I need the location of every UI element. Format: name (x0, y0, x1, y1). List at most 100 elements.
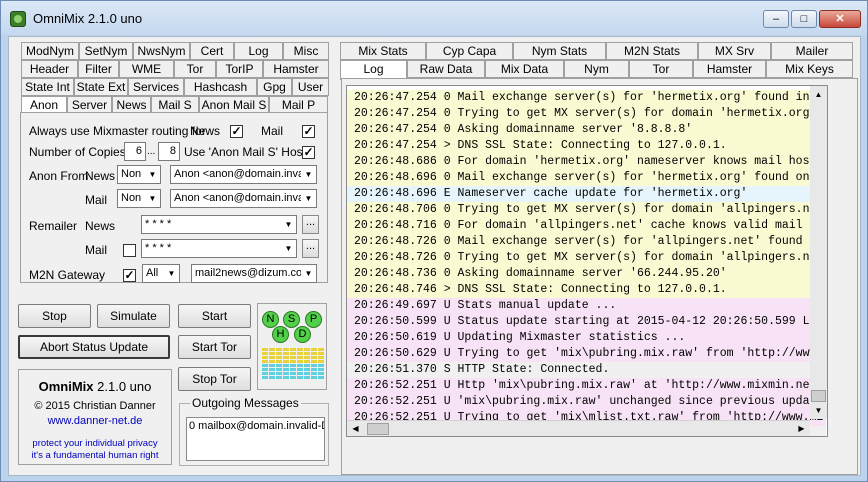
tab-header[interactable]: Header (21, 60, 78, 78)
use-host-checkbox[interactable]: ✓ (302, 146, 315, 159)
chevron-down-icon: ▼ (145, 166, 160, 183)
log-vertical-scrollbar[interactable]: ▲ ▼ (810, 86, 827, 419)
scroll-up-icon[interactable]: ▲ (810, 86, 827, 103)
maximize-button[interactable]: □ (791, 10, 817, 28)
log-horizontal-scrollbar[interactable]: ◀ ▶ (347, 420, 810, 436)
log-line: 20:26:48.686 0 For domain 'hermetix.org'… (347, 154, 826, 170)
tab-modnym[interactable]: ModNym (21, 42, 79, 60)
tab-hamster[interactable]: Hamster (693, 60, 766, 78)
log-vertical-scroll-thumb[interactable] (811, 390, 826, 402)
copies-max-input[interactable]: 8 (158, 142, 180, 161)
activity-bar-segment (311, 356, 317, 359)
activity-bar-segment (283, 356, 289, 359)
start-tor-button[interactable]: Start Tor (178, 335, 251, 359)
tab-nym[interactable]: Nym (564, 60, 629, 78)
copies-min-input[interactable]: 6 (124, 142, 146, 161)
activity-bar-segment (318, 364, 324, 367)
outgoing-list[interactable]: 0 mailbox@domain.invalid-Dom (186, 417, 325, 461)
tab-mx-srv[interactable]: MX Srv (698, 42, 771, 60)
m2n-mode-select[interactable]: All ▼ (142, 264, 180, 283)
tab-setnym[interactable]: SetNym (79, 42, 133, 60)
outgoing-item[interactable]: 0 mailbox@domain.invalid-Dom (189, 420, 324, 432)
remailer-mail-select[interactable]: * * * * ▼ (141, 239, 297, 258)
tab-cyp-capa[interactable]: Cyp Capa (426, 42, 513, 60)
tab-filter[interactable]: Filter (78, 60, 119, 78)
always-mail-checkbox[interactable]: ✓ (302, 125, 315, 138)
always-news-checkbox[interactable]: ✓ (230, 125, 243, 138)
tab-mix-keys[interactable]: Mix Keys (766, 60, 853, 78)
abort-status-update-button[interactable]: Abort Status Update (18, 335, 170, 359)
activity-bar-segment (311, 360, 317, 363)
chevron-down-icon: ▼ (301, 166, 316, 183)
activity-bar-segment (304, 348, 310, 351)
activity-bar-segment (269, 356, 275, 359)
start-button[interactable]: Start (178, 304, 251, 328)
tab-state-int[interactable]: State Int (21, 78, 74, 96)
server-status-led-icon: S (283, 311, 300, 328)
activity-bar-segment (290, 372, 296, 375)
tab-mix-stats[interactable]: Mix Stats (340, 42, 426, 60)
tab-m2n-stats[interactable]: M2N Stats (606, 42, 698, 60)
tab-log[interactable]: Log (340, 60, 407, 80)
tab-raw-data[interactable]: Raw Data (407, 60, 485, 78)
m2n-gateway-select[interactable]: mail2news@dizum.com ▼ (191, 264, 317, 283)
tab-hamster[interactable]: Hamster (263, 60, 329, 78)
tab-state-ext[interactable]: State Ext (74, 78, 128, 96)
m2n-checkbox[interactable]: ✓ (123, 269, 136, 282)
scroll-down-icon[interactable]: ▼ (810, 402, 827, 419)
activity-bar-segment (297, 356, 303, 359)
always-news-label: News (190, 124, 221, 138)
tab-mix-data[interactable]: Mix Data (485, 60, 564, 78)
stop-button[interactable]: Stop (18, 304, 91, 328)
from-news-select[interactable]: Anon <anon@domain.invalid> ▼ (170, 165, 317, 184)
remailer-news-browse-button[interactable]: ... (302, 215, 319, 234)
remailer-mail-checkbox[interactable] (123, 244, 136, 257)
activity-bar-segment (269, 364, 275, 367)
activity-bar-segment (283, 368, 289, 371)
from-mail-select[interactable]: Anon <anon@domain.invalid> ▼ (170, 189, 317, 208)
remailer-news-select[interactable]: * * * * ▼ (141, 215, 297, 234)
close-button[interactable]: ✕ (819, 10, 861, 28)
tab-misc[interactable]: Misc (283, 42, 329, 60)
m2n-mode-value: All (146, 267, 159, 279)
activity-bar-segment (297, 368, 303, 371)
from-news-mode-select[interactable]: Non ▼ (117, 165, 161, 184)
app-window: OmniMix 2.1.0 uno – □ ✕ ModNym SetNym NwsN… (0, 0, 868, 482)
tab-nwsnym[interactable]: NwsNym (133, 42, 190, 60)
scroll-left-icon[interactable]: ◀ (347, 421, 364, 436)
tab-user[interactable]: User (292, 78, 329, 96)
m2n-gateway-label: M2N Gateway (29, 268, 106, 282)
about-website-link[interactable]: www.danner-net.de (19, 415, 171, 427)
log-line: 20:26:48.696 E Nameserver cache update f… (347, 186, 826, 202)
log-horizontal-scroll-thumb[interactable] (367, 423, 389, 435)
tab-log[interactable]: Log (234, 42, 283, 60)
activity-bar-segment (283, 348, 289, 351)
tab-tor[interactable]: Tor (629, 60, 693, 78)
minimize-button[interactable]: – (763, 10, 789, 28)
stop-tor-button[interactable]: Stop Tor (178, 367, 251, 391)
log-line: 20:26:50.629 U Trying to get 'mix\pubrin… (347, 346, 826, 362)
tab-wme[interactable]: WME (119, 60, 174, 78)
log-line: 20:26:48.746 > DNS SSL State: Connecting… (347, 282, 826, 298)
tab-cert[interactable]: Cert (190, 42, 234, 60)
anon-from-label: Anon From (29, 169, 89, 183)
tab-torip[interactable]: TorIP (216, 60, 263, 78)
from-mail-mode-select[interactable]: Non ▼ (117, 189, 161, 208)
tab-nym-stats[interactable]: Nym Stats (513, 42, 606, 60)
log-view[interactable]: 20:26:47.254 0 Mail exchange server(s) f… (346, 85, 828, 437)
tab-gpg[interactable]: Gpg (257, 78, 292, 96)
scroll-right-icon[interactable]: ▶ (793, 421, 810, 436)
activity-bar-segment (311, 352, 317, 355)
remailer-mail-browse-button[interactable]: ... (302, 239, 319, 258)
window-title: OmniMix 2.1.0 uno (33, 11, 143, 26)
always-mix-label: Always use Mixmaster routing for (29, 124, 206, 138)
simulate-button[interactable]: Simulate (97, 304, 170, 328)
activity-bar-segment (269, 376, 275, 379)
remailer-news-label: News (85, 219, 116, 233)
activity-bar-segment (283, 372, 289, 375)
tab-services[interactable]: Services (128, 78, 184, 96)
log-line: 20:26:48.726 0 Mail exchange server(s) f… (347, 234, 826, 250)
tab-hashcash[interactable]: Hashcash (184, 78, 257, 96)
tab-mailer[interactable]: Mailer (771, 42, 853, 60)
tab-tor[interactable]: Tor (174, 60, 216, 78)
